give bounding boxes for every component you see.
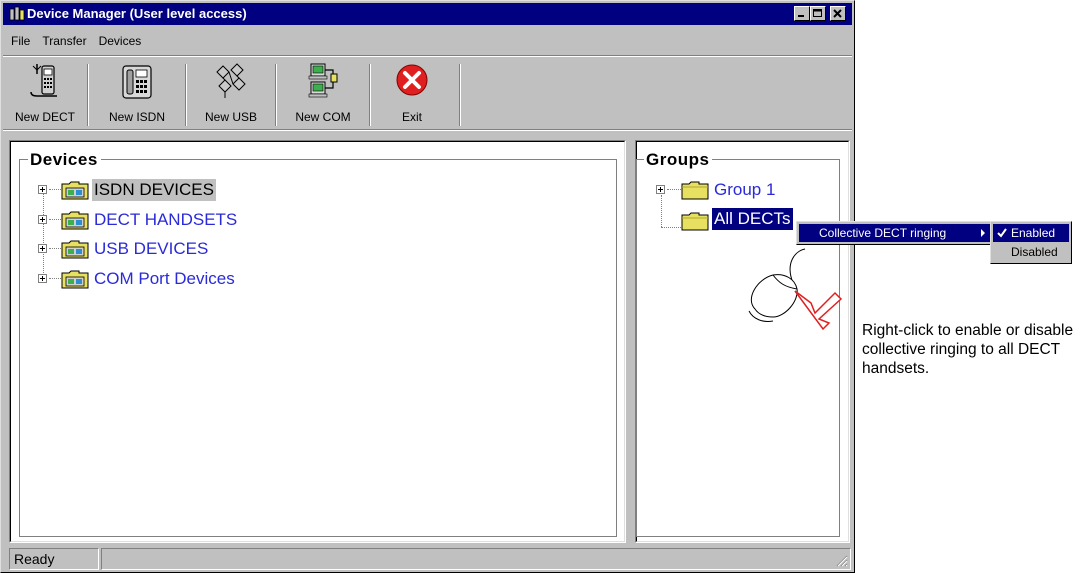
tree-line [661,227,681,228]
tree-item-isdn-devices[interactable]: ISDN DEVICES [38,179,298,205]
exit-label: Exit [401,110,422,124]
toolbar-divider-top [3,55,852,57]
isdn-phone-icon [122,65,152,99]
toolbar-separator [369,64,371,126]
tree-item-label: USB DEVICES [94,239,209,258]
toolbar-separator [459,64,461,126]
app-icon [9,6,25,21]
tree-item-label: COM Port Devices [94,269,235,288]
status-text: Ready [9,548,99,570]
menu-item-label: Enabled [1011,226,1056,240]
submenu-arrow-icon [981,229,985,237]
checkmark-icon [997,228,1007,238]
menu-item-label: Collective DECT ringing [819,226,947,240]
title-bar[interactable]: Device Manager (User level access) [3,3,852,25]
mouse-icon [748,248,843,331]
devices-folder-icon [61,270,89,289]
menu-file[interactable]: File [11,34,30,48]
groups-title: Groups [644,150,713,170]
tree-item-com-port-devices[interactable]: COM Port Devices [38,268,318,294]
new-dect-button[interactable]: New DECT [7,62,83,128]
tree-line [49,248,61,249]
tree-line [49,278,61,279]
close-icon [833,9,842,18]
com-port-icon [308,63,338,98]
expand-icon[interactable] [38,185,47,194]
tree-item-dect-handsets[interactable]: DECT HANDSETS [38,209,318,235]
minimize-icon [798,15,804,17]
device-manager-window: Device Manager (User level access) File T… [0,0,855,573]
folder-icon [681,212,709,231]
toolbar-separator [275,64,277,126]
devices-title: Devices [28,150,101,170]
menu-bar: File Transfer Devices [3,34,145,54]
new-dect-label: New DECT [14,110,75,124]
devices-folder-icon [61,181,89,200]
maximize-icon [813,9,822,17]
tree-line [49,219,61,220]
toolbar-separator [87,64,89,126]
dect-phone-icon [30,64,57,97]
screenshot-stage: Device Manager (User level access) File T… [0,0,1092,573]
status-bar-filler [101,548,851,570]
menu-transfer[interactable]: Transfer [42,34,86,48]
expand-icon[interactable] [656,185,665,194]
tree-line [667,189,681,190]
folder-icon [681,181,709,200]
new-isdn-button[interactable]: New ISDN [95,62,179,128]
new-isdn-label: New ISDN [108,110,165,124]
toolbar: New DECT New ISDN New USB New COM Exit [3,58,461,128]
annotation-text: Right-click to enable or disable collect… [862,322,1074,377]
menu-item-label: Disabled [1011,245,1058,259]
menu-item-disabled[interactable]: Disabled [993,243,1069,261]
new-usb-label: New USB [204,110,257,124]
close-button[interactable] [830,6,846,21]
expand-icon[interactable] [38,274,47,283]
new-usb-button[interactable]: New USB [193,62,269,128]
maximize-button[interactable] [810,6,826,21]
exit-icon [396,64,428,96]
tree-item-label: DECT HANDSETS [94,210,238,229]
exit-button[interactable]: Exit [377,62,447,128]
window-title: Device Manager (User level access) [27,6,247,21]
new-com-button[interactable]: New COM [285,62,361,128]
devices-folder-icon [61,240,89,259]
menu-item-enabled[interactable]: Enabled [993,224,1069,242]
expand-icon[interactable] [38,215,47,224]
tree-line [49,189,61,190]
devices-panel: Devices ISDN DEVICES DECT HANDSETS USB D… [9,140,626,543]
ringing-submenu: Enabled Disabled [990,221,1072,264]
arrow-icon [794,290,843,331]
toolbar-divider-bottom [3,129,852,131]
usb-devices-icon [216,63,246,98]
menu-devices[interactable]: Devices [99,34,142,48]
toolbar-separator [185,64,187,126]
devices-folder-icon [61,211,89,230]
tree-item-group-1[interactable]: Group 1 [656,179,826,205]
tree-item-label: ISDN DEVICES [92,179,216,201]
tree-item-label: All DECTs [712,208,793,230]
expand-icon[interactable] [38,244,47,253]
context-menu: Collective DECT ringing [796,221,994,245]
new-com-label: New COM [295,110,351,124]
resize-grip-icon[interactable] [836,555,848,567]
tree-item-usb-devices[interactable]: USB DEVICES [38,238,298,264]
menu-item-collective-dect-ringing[interactable]: Collective DECT ringing [799,224,991,242]
tree-item-label: Group 1 [714,180,776,199]
minimize-button[interactable] [794,6,810,21]
